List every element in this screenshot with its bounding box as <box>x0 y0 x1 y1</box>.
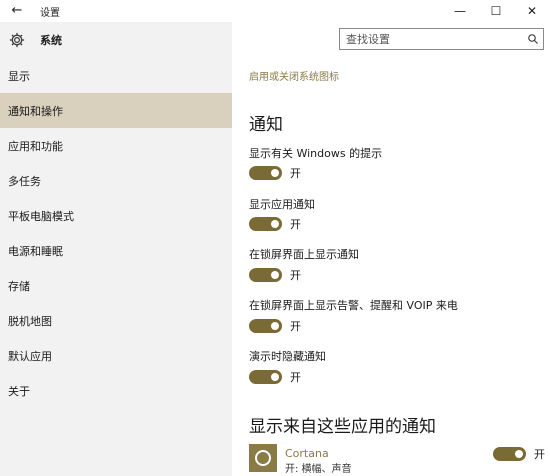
window-controls: — ☐ ✕ <box>442 0 550 22</box>
app-description: 开: 横幅、声音 <box>285 464 352 475</box>
setting-label: 显示应用通知 <box>249 198 315 211</box>
setting-label: 在锁屏界面上显示通知 <box>249 248 359 261</box>
toggle-switch[interactable] <box>493 447 526 461</box>
search-icon[interactable] <box>523 33 543 45</box>
cortana-app-icon <box>249 444 277 472</box>
back-arrow-icon[interactable]: ← <box>0 0 34 22</box>
app-toggle-row: 开 <box>493 446 545 462</box>
toggle-state: 开 <box>534 448 545 461</box>
sidebar: 系统 显示 通知和操作 应用和功能 多任务 平板电脑模式 电源和睡眠 存储 脱机… <box>0 22 232 476</box>
toggle-switch[interactable] <box>249 217 282 231</box>
sidebar-item-offline-maps[interactable]: 脱机地图 <box>0 303 232 338</box>
toggle-state: 开 <box>290 320 301 333</box>
sidebar-item-power-sleep[interactable]: 电源和睡眠 <box>0 233 232 268</box>
toggle-state: 开 <box>290 167 301 180</box>
setting-label: 显示有关 Windows 的提示 <box>249 147 383 160</box>
maximize-button[interactable]: ☐ <box>478 0 514 22</box>
toggle-switch[interactable] <box>249 166 282 180</box>
apps-notifications-heading: 显示来自这些应用的通知 <box>249 417 436 437</box>
title-bar: ← 设置 — ☐ ✕ <box>0 0 550 22</box>
sidebar-item-apps[interactable]: 应用和功能 <box>0 128 232 163</box>
sidebar-item-tablet-mode[interactable]: 平板电脑模式 <box>0 198 232 233</box>
toggle-switch[interactable] <box>249 370 282 384</box>
gear-icon <box>0 22 34 58</box>
toggle-state: 开 <box>290 218 301 231</box>
setting-toggle-row: 开 <box>249 267 301 283</box>
setting-label: 演示时隐藏通知 <box>249 350 326 363</box>
sidebar-item-multitasking[interactable]: 多任务 <box>0 163 232 198</box>
sidebar-item-display[interactable]: 显示 <box>0 58 232 93</box>
close-button[interactable]: ✕ <box>514 0 550 22</box>
setting-toggle-row: 开 <box>249 165 301 181</box>
sidebar-title: 系统 <box>40 34 62 47</box>
app-name[interactable]: Cortana <box>285 447 329 460</box>
sidebar-item-default-apps[interactable]: 默认应用 <box>0 338 232 373</box>
toggle-switch[interactable] <box>249 268 282 282</box>
search-input[interactable] <box>340 32 523 46</box>
toggle-switch[interactable] <box>249 319 282 333</box>
sidebar-item-storage[interactable]: 存储 <box>0 268 232 303</box>
setting-toggle-row: 开 <box>249 216 301 232</box>
sidebar-item-about[interactable]: 关于 <box>0 373 232 408</box>
toggle-state: 开 <box>290 269 301 282</box>
minimize-button[interactable]: — <box>442 0 478 22</box>
setting-label: 在锁屏界面上显示告警、提醒和 VOIP 来电 <box>249 299 458 312</box>
system-icons-link[interactable]: 启用或关闭系统图标 <box>249 68 339 83</box>
sidebar-item-notifications[interactable]: 通知和操作 <box>0 93 232 128</box>
toggle-state: 开 <box>290 371 301 384</box>
search-box <box>339 28 544 50</box>
notifications-heading: 通知 <box>249 115 283 135</box>
window-title: 设置 <box>40 7 60 19</box>
setting-toggle-row: 开 <box>249 318 301 334</box>
setting-toggle-row: 开 <box>249 369 301 385</box>
sidebar-header: 系统 <box>0 22 232 58</box>
